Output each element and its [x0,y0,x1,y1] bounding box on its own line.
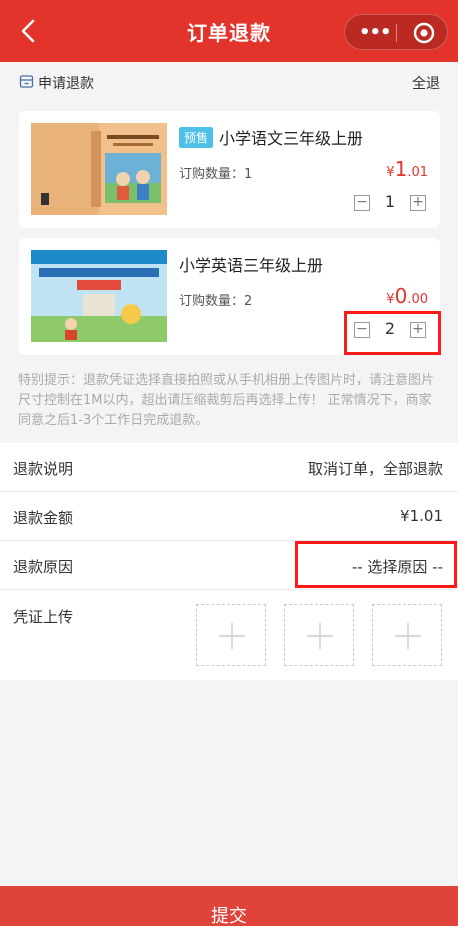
refund-description-row: 退款说明 取消订单，全部退款 [0,443,458,492]
refund-notice: 特别提示：退款凭证选择直接拍照或从手机相册上传图片时，请注意图片尺寸控制在1M以… [18,373,435,428]
product-price: ¥1.01 [386,157,428,181]
price-decimal: .00 [407,292,428,307]
navigation-bar: 订单退款 ••• [0,0,458,62]
store-icon [19,75,34,88]
price-integer: 0 [394,284,408,308]
submit-button[interactable]: 提交 [0,886,458,926]
refund-reason-label: 退款原因 [13,558,74,576]
plus-icon [219,623,245,649]
product-title: 小学语文三年级上册 [219,129,364,148]
target-icon[interactable] [413,22,435,44]
upload-slot[interactable] [372,604,442,666]
upload-slot[interactable] [284,604,354,666]
order-quantity: 订购数量：1 [179,167,253,182]
capsule-divider [396,24,397,42]
product-title: 小学英语三年级上册 [179,256,324,275]
refund-amount-value: ¥1.01 [400,507,443,525]
plus-icon[interactable]: + [410,195,426,211]
minus-icon[interactable]: − [354,195,370,211]
order-quantity: 订购数量：2 [179,294,253,309]
refund-amount-label: 退款金额 [13,509,74,527]
refund-description-value: 取消订单，全部退款 [307,460,443,478]
price-decimal: .01 [407,165,428,180]
book-cover-english [31,250,167,342]
refund-amount-row: 退款金额 ¥1.01 [0,492,458,541]
more-dots-icon[interactable]: ••• [359,22,392,43]
apply-refund-label: 申请退款 [38,76,94,92]
book-cover-chinese [31,123,167,215]
currency-symbol: ¥ [386,292,395,307]
product-name: 预售 小学语文三年级上册 [179,125,363,149]
refund-description-label: 退款说明 [13,460,74,478]
apply-refund-bar: 申请退款 全退 [0,62,458,102]
plus-icon [307,623,333,649]
product-card: 预售 小学语文三年级上册 订购数量：1 ¥1.01 − 1 + [19,111,440,228]
upload-slot[interactable] [196,604,266,666]
plus-icon [395,623,421,649]
product-price: ¥0.00 [386,284,428,308]
price-integer: 1 [394,157,408,181]
reason-highlight-box [295,541,457,588]
presale-tag: 预售 [179,127,214,148]
product-name: 小学英语三年级上册 [179,252,323,276]
stepper-value: 1 [384,192,396,211]
refund-all-button[interactable]: 全退 [412,73,440,93]
currency-symbol: ¥ [386,165,395,180]
quantity-stepper: − 1 + [354,192,426,213]
voucher-upload-label: 凭证上传 [13,608,74,626]
stepper-highlight-box [344,311,441,355]
mini-program-capsule: ••• [344,14,448,50]
